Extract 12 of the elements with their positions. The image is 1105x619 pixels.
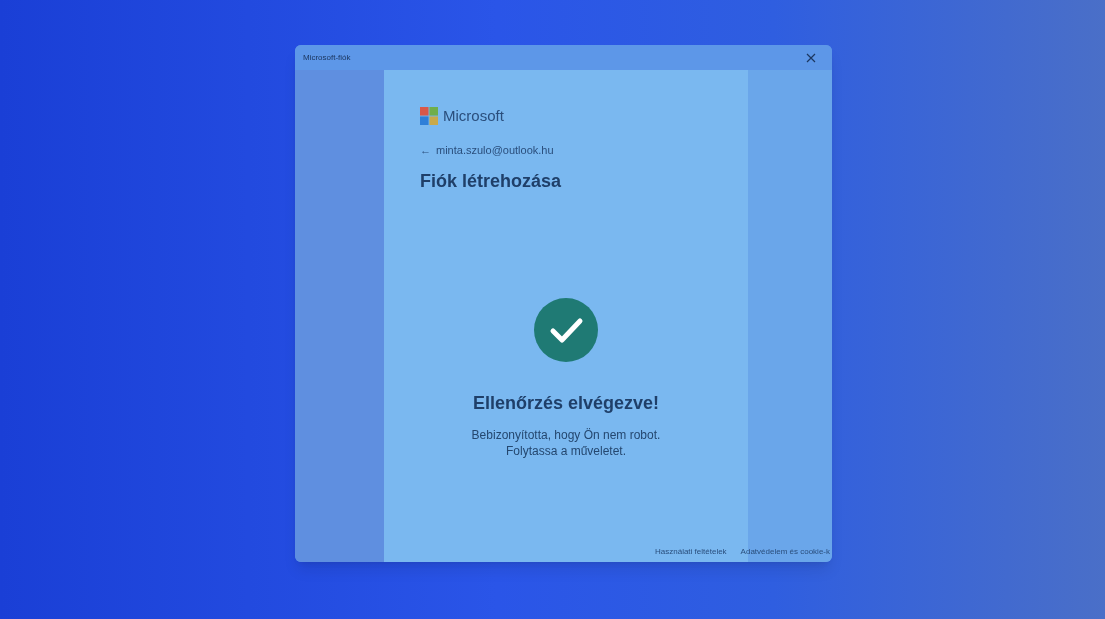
footer-link[interactable]: Adatvédelem és cookie-k (740, 546, 830, 558)
brand-name: Microsoft (443, 106, 504, 126)
result-title: Ellenőrzés elvégezve! (472, 392, 660, 415)
logo-icon (420, 107, 438, 126)
page-heading: Fiók létrehozása (420, 170, 563, 193)
back-button[interactable]: ← (420, 141, 431, 158)
check-circle-icon (534, 298, 598, 362)
footer-link[interactable]: Használati feltételek (655, 546, 727, 558)
window-title: Microsoft-fiók (303, 51, 351, 64)
email-address: minta.szulo@outlook.hu (436, 142, 554, 158)
result-message: Bebizonyította, hogy Ön nem robot. Folytassa a műveletet. (471, 427, 661, 459)
close-icon[interactable] (806, 52, 816, 63)
